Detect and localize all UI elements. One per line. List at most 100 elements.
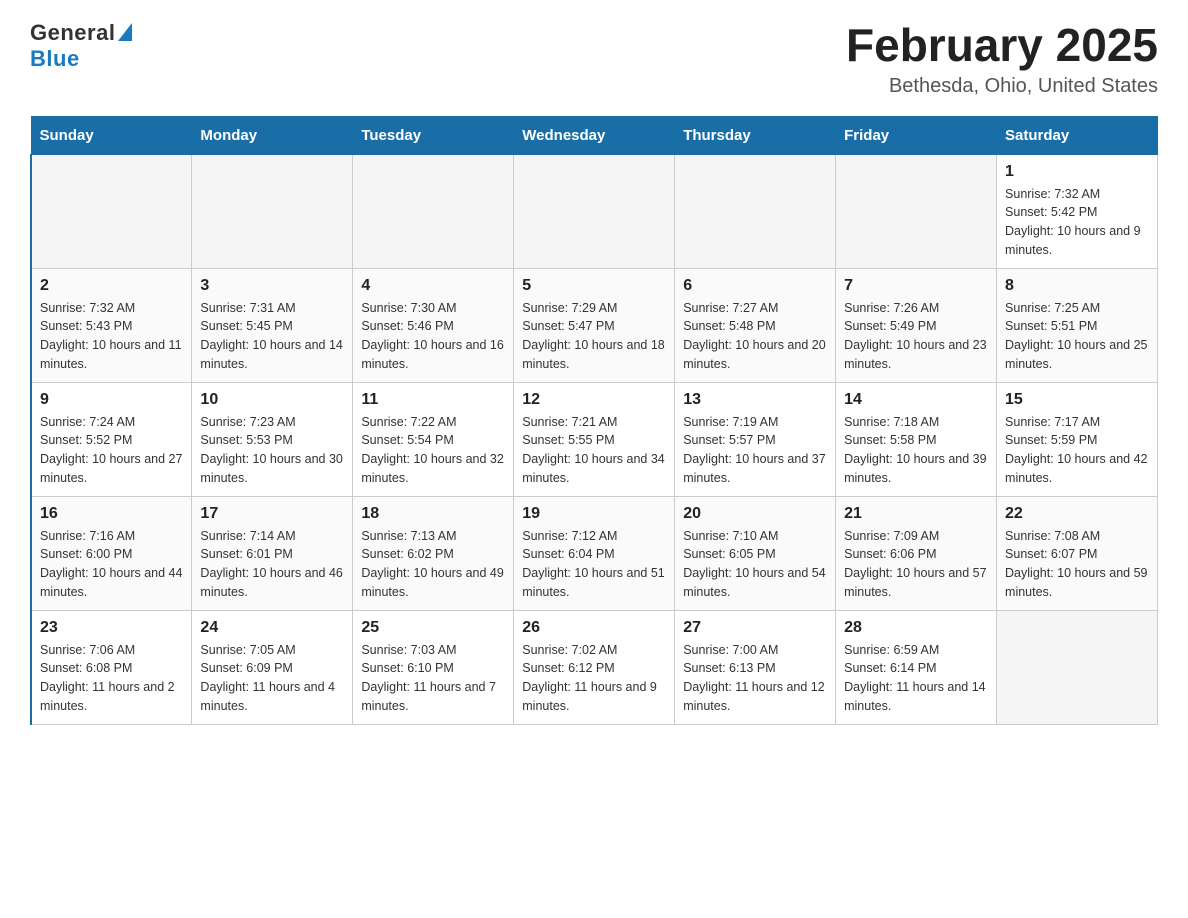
calendar-cell <box>836 154 997 268</box>
day-number: 18 <box>361 505 505 523</box>
title-area: February 2025 Bethesda, Ohio, United Sta… <box>846 20 1158 98</box>
day-number: 22 <box>1005 505 1149 523</box>
day-number: 7 <box>844 277 988 295</box>
day-number: 5 <box>522 277 666 295</box>
calendar-cell: 14 Sunrise: 7:18 AMSunset: 5:58 PMDayligh… <box>836 382 997 496</box>
day-info: Sunrise: 7:12 AMSunset: 6:04 PMDaylight:… <box>522 527 666 602</box>
day-number: 15 <box>1005 391 1149 409</box>
day-number: 16 <box>40 505 183 523</box>
day-number: 10 <box>200 391 344 409</box>
logo-triangle-icon <box>118 23 132 41</box>
day-of-week-header: Wednesday <box>514 116 675 154</box>
day-info: Sunrise: 7:32 AMSunset: 5:42 PMDaylight:… <box>1005 185 1149 260</box>
day-number: 25 <box>361 619 505 637</box>
day-info: Sunrise: 7:17 AMSunset: 5:59 PMDaylight:… <box>1005 413 1149 488</box>
day-of-week-header: Thursday <box>675 116 836 154</box>
calendar-cell: 7Sunrise: 7:26 AMSunset: 5:49 PMDaylight… <box>836 268 997 382</box>
day-of-week-header: Saturday <box>997 116 1158 154</box>
day-info: Sunrise: 7:29 AMSunset: 5:47 PMDaylight:… <box>522 299 666 374</box>
calendar-body: 1 Sunrise: 7:32 AMSunset: 5:42 PMDaylight… <box>31 154 1158 724</box>
calendar-cell: 11 Sunrise: 7:22 AMSunset: 5:54 PMDayligh… <box>353 382 514 496</box>
day-info: Sunrise: 7:16 AMSunset: 6:00 PMDaylight:… <box>40 527 183 602</box>
day-info: Sunrise: 7:05 AMSunset: 6:09 PMDaylight:… <box>200 641 344 716</box>
day-number: 21 <box>844 505 988 523</box>
day-info: Sunrise: 7:25 AMSunset: 5:51 PMDaylight:… <box>1005 299 1149 374</box>
calendar-cell: 3 Sunrise: 7:31 AMSunset: 5:45 PMDaylight… <box>192 268 353 382</box>
day-info: Sunrise: 7:31 AMSunset: 5:45 PMDaylight:… <box>200 299 344 374</box>
calendar-cell: 27 Sunrise: 7:00 AMSunset: 6:13 PMDayligh… <box>675 610 836 724</box>
calendar-cell: 6 Sunrise: 7:27 AMSunset: 5:48 PMDaylight… <box>675 268 836 382</box>
page-header: General Blue February 2025 Bethesda, Ohi… <box>30 20 1158 98</box>
day-of-week-header: Sunday <box>31 116 192 154</box>
logo-blue-text: Blue <box>30 46 80 72</box>
day-info: Sunrise: 7:09 AMSunset: 6:06 PMDaylight:… <box>844 527 988 602</box>
calendar-cell <box>192 154 353 268</box>
calendar-cell: 4Sunrise: 7:30 AMSunset: 5:46 PMDaylight… <box>353 268 514 382</box>
calendar-cell: 26 Sunrise: 7:02 AMSunset: 6:12 PMDayligh… <box>514 610 675 724</box>
calendar-cell: 10Sunrise: 7:23 AMSunset: 5:53 PMDayligh… <box>192 382 353 496</box>
day-of-week-header: Friday <box>836 116 997 154</box>
logo: General Blue <box>30 20 132 72</box>
day-number: 2 <box>40 277 183 295</box>
day-number: 3 <box>200 277 344 295</box>
day-info: Sunrise: 7:24 AMSunset: 5:52 PMDaylight:… <box>40 413 183 488</box>
calendar-cell: 23 Sunrise: 7:06 AMSunset: 6:08 PMDayligh… <box>31 610 192 724</box>
calendar-cell <box>997 610 1158 724</box>
day-info: Sunrise: 7:14 AMSunset: 6:01 PMDaylight:… <box>200 527 344 602</box>
day-info: Sunrise: 7:30 AMSunset: 5:46 PMDaylight:… <box>361 299 505 374</box>
calendar-header-row: SundayMondayTuesdayWednesdayThursdayFrid… <box>31 116 1158 154</box>
calendar-cell: 2 Sunrise: 7:32 AMSunset: 5:43 PMDaylight… <box>31 268 192 382</box>
calendar-week-row: 2 Sunrise: 7:32 AMSunset: 5:43 PMDaylight… <box>31 268 1158 382</box>
calendar-cell: 22 Sunrise: 7:08 AMSunset: 6:07 PMDayligh… <box>997 496 1158 610</box>
day-number: 26 <box>522 619 666 637</box>
day-info: Sunrise: 7:27 AMSunset: 5:48 PMDaylight:… <box>683 299 827 374</box>
calendar-cell: 18 Sunrise: 7:13 AMSunset: 6:02 PMDayligh… <box>353 496 514 610</box>
calendar-cell: 20 Sunrise: 7:10 AMSunset: 6:05 PMDayligh… <box>675 496 836 610</box>
day-info: Sunrise: 7:22 AMSunset: 5:54 PMDaylight:… <box>361 413 505 488</box>
calendar-cell: 19 Sunrise: 7:12 AMSunset: 6:04 PMDayligh… <box>514 496 675 610</box>
calendar-table: SundayMondayTuesdayWednesdayThursdayFrid… <box>30 116 1158 725</box>
calendar-cell: 13 Sunrise: 7:19 AMSunset: 5:57 PMDayligh… <box>675 382 836 496</box>
day-number: 13 <box>683 391 827 409</box>
day-number: 6 <box>683 277 827 295</box>
calendar-cell: 24 Sunrise: 7:05 AMSunset: 6:09 PMDayligh… <box>192 610 353 724</box>
day-info: Sunrise: 6:59 AMSunset: 6:14 PMDaylight:… <box>844 641 988 716</box>
day-number: 24 <box>200 619 344 637</box>
calendar-cell <box>353 154 514 268</box>
calendar-week-row: 16 Sunrise: 7:16 AMSunset: 6:00 PMDayligh… <box>31 496 1158 610</box>
calendar-cell: 17 Sunrise: 7:14 AMSunset: 6:01 PMDayligh… <box>192 496 353 610</box>
day-info: Sunrise: 7:03 AMSunset: 6:10 PMDaylight:… <box>361 641 505 716</box>
calendar-cell: 16 Sunrise: 7:16 AMSunset: 6:00 PMDayligh… <box>31 496 192 610</box>
day-info: Sunrise: 7:10 AMSunset: 6:05 PMDaylight:… <box>683 527 827 602</box>
calendar-cell <box>514 154 675 268</box>
day-info: Sunrise: 7:08 AMSunset: 6:07 PMDaylight:… <box>1005 527 1149 602</box>
calendar-cell: 12Sunrise: 7:21 AMSunset: 5:55 PMDayligh… <box>514 382 675 496</box>
day-number: 14 <box>844 391 988 409</box>
day-info: Sunrise: 7:21 AMSunset: 5:55 PMDaylight:… <box>522 413 666 488</box>
day-info: Sunrise: 7:00 AMSunset: 6:13 PMDaylight:… <box>683 641 827 716</box>
calendar-cell: 21 Sunrise: 7:09 AMSunset: 6:06 PMDayligh… <box>836 496 997 610</box>
day-number: 23 <box>40 619 183 637</box>
calendar-cell <box>31 154 192 268</box>
day-number: 8 <box>1005 277 1149 295</box>
day-number: 11 <box>361 391 505 409</box>
day-info: Sunrise: 7:19 AMSunset: 5:57 PMDaylight:… <box>683 413 827 488</box>
calendar-cell <box>675 154 836 268</box>
calendar-cell: 15 Sunrise: 7:17 AMSunset: 5:59 PMDayligh… <box>997 382 1158 496</box>
day-number: 17 <box>200 505 344 523</box>
day-of-week-header: Tuesday <box>353 116 514 154</box>
day-number: 1 <box>1005 163 1149 181</box>
day-info: Sunrise: 7:02 AMSunset: 6:12 PMDaylight:… <box>522 641 666 716</box>
day-info: Sunrise: 7:13 AMSunset: 6:02 PMDaylight:… <box>361 527 505 602</box>
calendar-cell: 1 Sunrise: 7:32 AMSunset: 5:42 PMDaylight… <box>997 154 1158 268</box>
day-number: 19 <box>522 505 666 523</box>
day-number: 28 <box>844 619 988 637</box>
day-info: Sunrise: 7:32 AMSunset: 5:43 PMDaylight:… <box>40 299 183 374</box>
day-info: Sunrise: 7:06 AMSunset: 6:08 PMDaylight:… <box>40 641 183 716</box>
month-title: February 2025 <box>846 20 1158 71</box>
calendar-cell: 25 Sunrise: 7:03 AMSunset: 6:10 PMDayligh… <box>353 610 514 724</box>
day-info: Sunrise: 7:18 AMSunset: 5:58 PMDaylight:… <box>844 413 988 488</box>
calendar-week-row: 9Sunrise: 7:24 AMSunset: 5:52 PMDaylight… <box>31 382 1158 496</box>
day-number: 20 <box>683 505 827 523</box>
day-number: 27 <box>683 619 827 637</box>
